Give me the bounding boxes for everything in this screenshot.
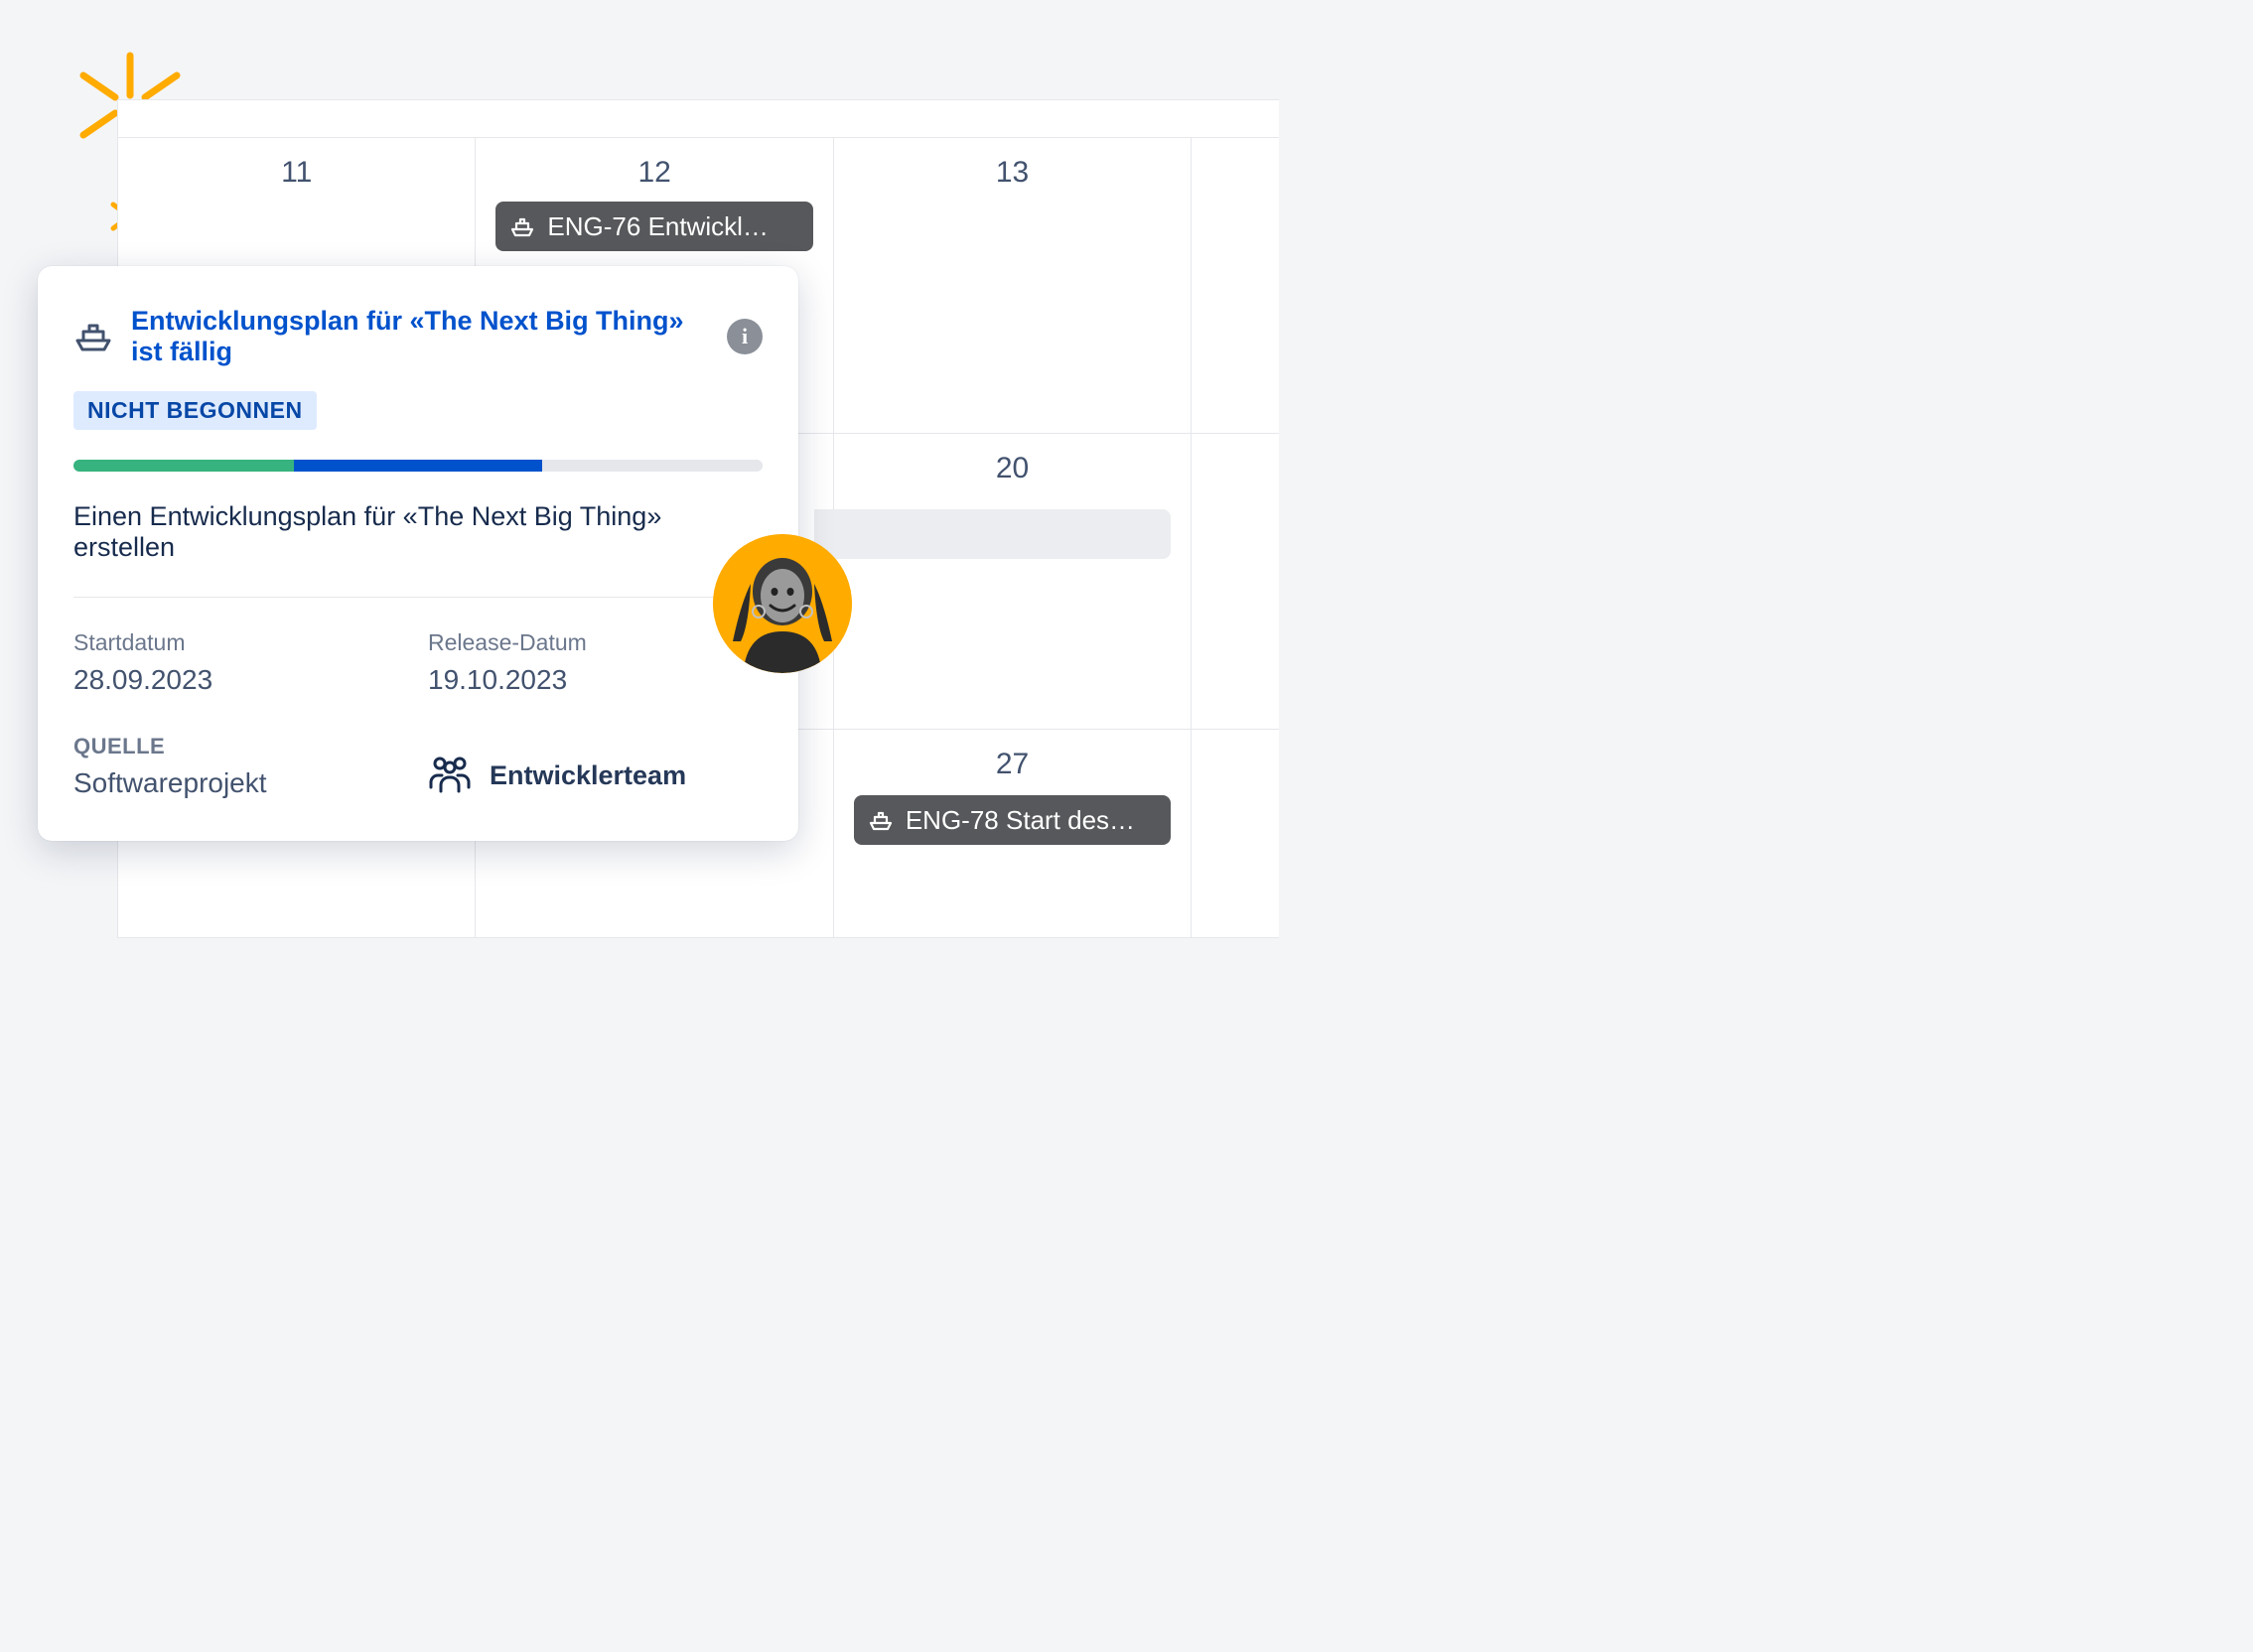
release-date-value: 19.10.2023 bbox=[428, 664, 763, 696]
avatar[interactable] bbox=[713, 534, 852, 673]
team-icon bbox=[428, 754, 472, 798]
calendar-cell[interactable] bbox=[1192, 730, 1279, 938]
day-number: 12 bbox=[476, 156, 832, 190]
source-value: Softwareprojekt bbox=[73, 767, 408, 799]
start-date-block: Startdatum 28.09.2023 bbox=[73, 629, 408, 696]
event-label: ENG-76 Entwickl… bbox=[547, 211, 769, 242]
event-continuation[interactable] bbox=[814, 509, 1171, 559]
day-number: 20 bbox=[834, 452, 1191, 485]
progress-done bbox=[73, 460, 294, 472]
release-date-block: Release-Datum 19.10.2023 bbox=[428, 629, 763, 696]
popover-description: Einen Entwicklungsplan für «The Next Big… bbox=[73, 501, 763, 598]
start-date-value: 28.09.2023 bbox=[73, 664, 408, 696]
event-popover: Entwicklungsplan für «The Next Big Thing… bbox=[38, 266, 798, 841]
day-number: 13 bbox=[834, 156, 1191, 190]
ship-icon bbox=[509, 215, 535, 237]
team-name: Entwicklerteam bbox=[490, 760, 686, 791]
calendar-cell[interactable] bbox=[1192, 434, 1279, 729]
progress-bar bbox=[73, 460, 763, 472]
ship-icon bbox=[868, 809, 894, 831]
event-eng-78[interactable]: ENG-78 Start des… bbox=[854, 795, 1171, 845]
release-date-label: Release-Datum bbox=[428, 629, 763, 656]
event-label: ENG-78 Start des… bbox=[906, 805, 1135, 836]
calendar-cell[interactable] bbox=[1192, 138, 1279, 433]
source-block: QUELLE Softwareprojekt bbox=[73, 734, 408, 799]
status-badge: NICHT BEGONNEN bbox=[73, 391, 317, 430]
day-number: 27 bbox=[834, 748, 1191, 781]
ship-icon bbox=[73, 321, 113, 352]
event-eng-76[interactable]: ENG-76 Entwickl… bbox=[495, 202, 812, 251]
calendar-cell[interactable]: 27 ENG-78 Start des… bbox=[834, 730, 1192, 938]
start-date-label: Startdatum bbox=[73, 629, 408, 656]
calendar-cell[interactable]: 13 bbox=[834, 138, 1192, 433]
popover-title-link[interactable]: Entwicklungsplan für «The Next Big Thing… bbox=[131, 306, 709, 367]
progress-inprogress bbox=[294, 460, 542, 472]
day-number: 11 bbox=[118, 156, 475, 190]
source-label: QUELLE bbox=[73, 734, 408, 759]
info-icon[interactable]: i bbox=[727, 319, 763, 354]
team-block: Entwicklerteam bbox=[428, 752, 763, 799]
calendar-cell[interactable]: 20 bbox=[834, 434, 1192, 729]
